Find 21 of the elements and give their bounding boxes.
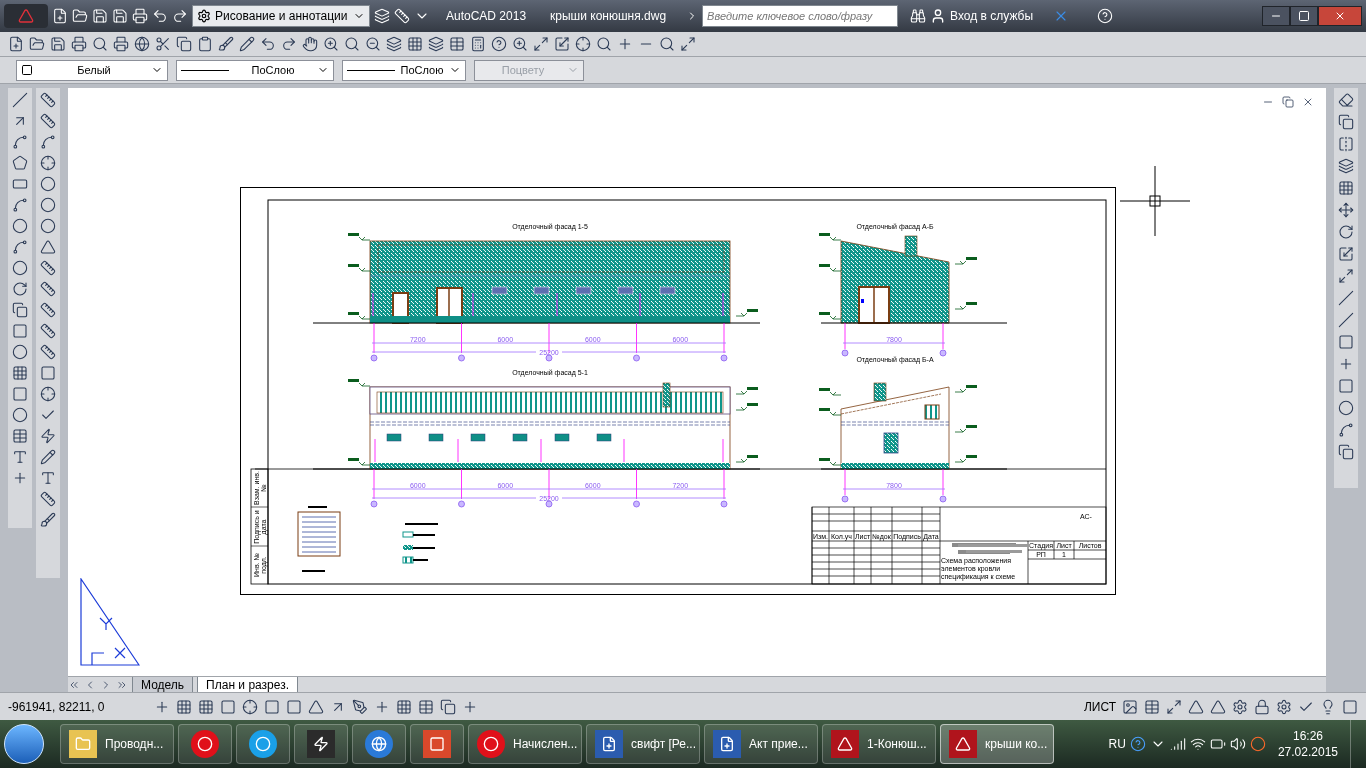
property-dropdown[interactable]: ПоСлою [342,59,466,81]
taskbar-button[interactable]: Начислен... [468,724,582,764]
property-dropdown[interactable]: ПоСлою [176,59,334,81]
application-title: AutoCAD 2013 [446,8,527,25]
property-dropdown[interactable]: Белый [16,59,168,81]
paper-space-button[interactable]: ЛИСТ [1083,697,1116,716]
workspace-dropdown[interactable]: Рисование и аннотации [192,5,370,27]
clock-time[interactable]: 16:26 [1292,728,1323,744]
language-indicator[interactable]: RU [1108,735,1126,753]
sign-in-button[interactable]: Вход в службы [930,7,1034,25]
file-name: крыши конюшня.dwg [550,8,667,25]
taskbar-button[interactable]: Проводн... [60,724,174,764]
taskbar-button[interactable]: 1-Конюш... [822,724,936,764]
coordinates-readout: -961941, 82211, 0 [8,698,106,716]
layout-tab[interactable]: Модель [132,676,194,693]
layout-tab[interactable]: План и разрез. [197,676,298,693]
taskbar-button[interactable]: свифт [Ре... [586,724,700,764]
taskbar-button[interactable]: крыши ко... [940,724,1054,764]
clock-date[interactable]: 27.02.2015 [1277,744,1338,760]
search-field[interactable]: Введите ключевое слово/фразу [702,5,899,27]
taskbar-button[interactable]: Акт прие... [704,724,818,764]
